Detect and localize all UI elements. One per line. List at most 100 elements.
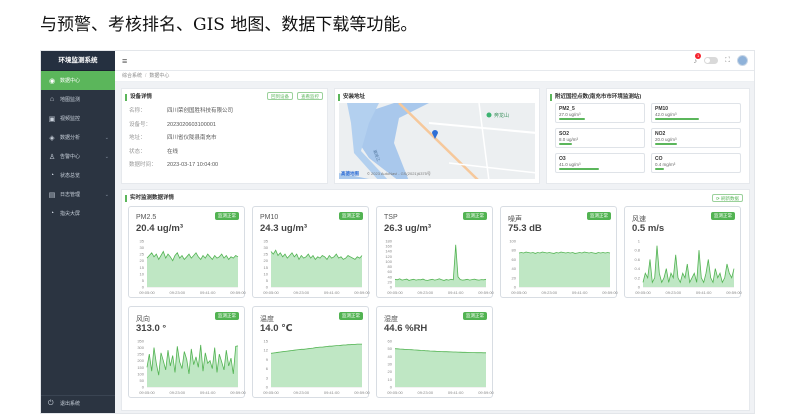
x-tick-label: 09:59:00 — [478, 390, 494, 395]
status-icon: ◔ — [49, 172, 55, 179]
sidebar-item-5[interactable]: ◔ 状态总览 — [41, 166, 115, 185]
device-info-key: 设备号： — [129, 121, 152, 128]
sensor-card[interactable]: TSP 26.3 ug/m³ 监测正常 0 20 40 60 80 100 120 140 160… — [376, 206, 494, 298]
view-monitor-button[interactable]: 查看监控 — [297, 92, 323, 100]
pollutant-level-bar — [655, 143, 677, 145]
x-tick-label: 09:23:00 — [170, 290, 186, 295]
sidebar-item-4[interactable]: ♙ 告警中心 ⌄ — [41, 147, 115, 166]
y-tick-label: 25 — [264, 252, 269, 257]
fullscreen-icon[interactable]: ⛶ — [725, 57, 730, 65]
y-tick-label: 0.8 — [634, 248, 640, 253]
y-tick-label: 150 — [137, 365, 144, 370]
log-icon: ▤ — [48, 191, 56, 199]
sensor-card[interactable]: 风速 0.5 m/s 监测正常 0 0.2 0.4 0.6 0.8 1 09:05:00 09:… — [624, 206, 742, 298]
logout-button[interactable]: ⏻ 退出系统 — [41, 395, 115, 411]
x-tick-label: 09:23:00 — [418, 290, 434, 295]
map-icon: ⌂ — [49, 96, 55, 103]
sensor-card[interactable]: 风向 313.0 ° 监测正常 0 50 100 150 200 250 300 350 09:0… — [128, 306, 246, 398]
device-info-value: 2023020603100001 — [167, 121, 216, 128]
x-tick-label: 09:59:00 — [726, 290, 742, 295]
sidebar-item-label: 地图监测 — [60, 97, 81, 103]
y-tick-label: 0 — [638, 285, 641, 290]
avatar[interactable] — [737, 55, 748, 66]
x-tick-label: 09:23:00 — [294, 290, 310, 295]
sidebar-item-label: 状态总览 — [60, 173, 81, 179]
x-tick-label: 09:05:00 — [263, 290, 279, 295]
y-tick-label: 15 — [264, 339, 269, 344]
logout-label: 退出系统 — [60, 401, 81, 407]
refresh-data-button[interactable]: ⟳ 刷新数据 — [711, 194, 743, 202]
y-tick-label: 40 — [388, 274, 393, 279]
y-tick-label: 30 — [264, 245, 269, 250]
y-tick-label: 0 — [266, 385, 269, 390]
status-badge: 监测正常 — [215, 212, 239, 220]
pollutant-level-bar — [559, 118, 586, 120]
chevron-down-icon: ⌄ — [104, 191, 109, 198]
air-quality-item: NO2 20.0 ug/m³ — [651, 128, 741, 148]
sensor-card[interactable]: 噪声 75.3 dB 监测正常 0 20 40 60 80 100 09:05:00 09:23… — [500, 206, 618, 298]
x-tick-label: 09:23:00 — [666, 290, 682, 295]
y-tick-label: 10 — [264, 271, 269, 276]
sidebar-item-3[interactable]: ◈ 数据分析 ⌄ — [41, 128, 115, 147]
sensor-name: PM2.5 — [136, 214, 157, 221]
back-to-device-button[interactable]: 回到设备 — [267, 92, 293, 100]
brand-title: 环境监测系统 — [41, 51, 115, 71]
device-info-value: 四川荣创国胜科技有限公司 — [167, 108, 234, 114]
power-icon: ⏻ — [48, 399, 54, 407]
x-tick-label: 09:05:00 — [139, 390, 155, 395]
map-poi-label: 奔龙山 — [494, 113, 510, 119]
y-tick-label: 50 — [388, 346, 393, 351]
app-window: 环境监测系统 ◉ 数据中心 ⌂ 地图监测 ▣ 视频监控 ◈ 数据分析 ⌄ ♙ 告警中心 ⌄ ◔ 状态总览 ▤… — [40, 50, 755, 414]
sidebar-item-1[interactable]: ⌂ 地图监测 — [41, 90, 115, 109]
y-tick-label: 5 — [266, 278, 269, 283]
sidebar-item-6[interactable]: ▤ 日志管理 ⌄ — [41, 185, 115, 204]
breadcrumb-root[interactable]: 综合系统 — [122, 73, 142, 79]
sensor-card[interactable]: PM2.5 20.4 ug/m³ 监测正常 0 5 10 15 20 25 30 35 09:05… — [128, 206, 246, 298]
sidebar-item-label: 数据分析 — [60, 135, 81, 141]
y-tick-label: 20 — [264, 258, 269, 263]
x-tick-label: 09:05:00 — [387, 290, 403, 295]
sensor-value: 44.6 %RH — [384, 323, 428, 334]
x-tick-label: 09:05:00 — [139, 290, 155, 295]
x-tick-label: 09:23:00 — [294, 390, 310, 395]
y-tick-label: 0.6 — [634, 257, 640, 262]
air-quality-grid: PM2_5 27.0 ug/m³ PM10 42.0 ug/m³ SO2 8.0 ug/m… — [555, 103, 741, 173]
sidebar-item-0[interactable]: ◉ 数据中心 — [41, 71, 115, 90]
y-tick-label: 0 — [390, 285, 393, 290]
sidebar-item-label: 指尖大屏 — [60, 211, 81, 217]
y-tick-label: 0 — [390, 385, 393, 390]
video-icon: ▣ — [48, 115, 56, 123]
sensor-card[interactable]: PM10 24.3 ug/m³ 监测正常 0 5 10 15 20 25 30 35 09:05:… — [252, 206, 370, 298]
notification-bell-button[interactable]: ♪ 1 — [694, 53, 702, 65]
sidebar-item-label: 视频监控 — [60, 116, 81, 122]
series-area — [271, 344, 362, 387]
y-tick-label: 40 — [388, 354, 393, 359]
x-tick-label: 09:59:00 — [230, 290, 246, 295]
y-tick-label: 0.4 — [634, 266, 640, 271]
sensor-card[interactable]: 湿度 44.6 %RH 监测正常 0 10 20 30 40 50 60 09:05:00 09:… — [376, 306, 494, 398]
y-tick-label: 0 — [514, 285, 517, 290]
pollutant-level-bar — [559, 143, 573, 145]
y-tick-label: 50 — [140, 378, 145, 383]
menu-toggle-icon[interactable]: ≡ — [122, 56, 127, 66]
sidebar-item-2[interactable]: ▣ 视频监控 — [41, 109, 115, 128]
y-tick-label: 20 — [388, 369, 393, 374]
map-copyright: © 2023 AutoNavi - GS(2021)6375号 — [367, 171, 431, 176]
pollutant-level-bar — [655, 168, 664, 170]
x-tick-label: 09:23:00 — [418, 390, 434, 395]
breadcrumb-current: 数据中心 — [149, 73, 170, 79]
sensor-value: 24.3 ug/m³ — [260, 223, 307, 234]
theme-toggle[interactable] — [704, 57, 719, 64]
x-tick-label: 09:05:00 — [387, 390, 403, 395]
gis-map[interactable]: 奔龙山 嘉陵江 高德地图 © 2023 AutoNavi - GS(2021)6… — [339, 103, 535, 179]
y-tick-label: 100 — [385, 259, 392, 264]
x-tick-label: 09:23:00 — [542, 290, 558, 295]
x-tick-label: 09:59:00 — [354, 290, 370, 295]
air-quality-title: 附近国控点数(南充市市环境监测站) — [550, 94, 641, 101]
y-tick-label: 60 — [388, 339, 393, 344]
y-tick-label: 30 — [140, 245, 145, 250]
sidebar-item-7[interactable]: ◔ 指尖大屏 — [41, 204, 115, 223]
sensor-card[interactable]: 温度 14.0 ℃ 监测正常 0 3 6 9 12 15 09:05:00 09:23:00 09… — [252, 306, 370, 398]
sidebar-item-label: 告警中心 — [60, 154, 81, 160]
x-tick-label: 09:41:00 — [696, 290, 712, 295]
